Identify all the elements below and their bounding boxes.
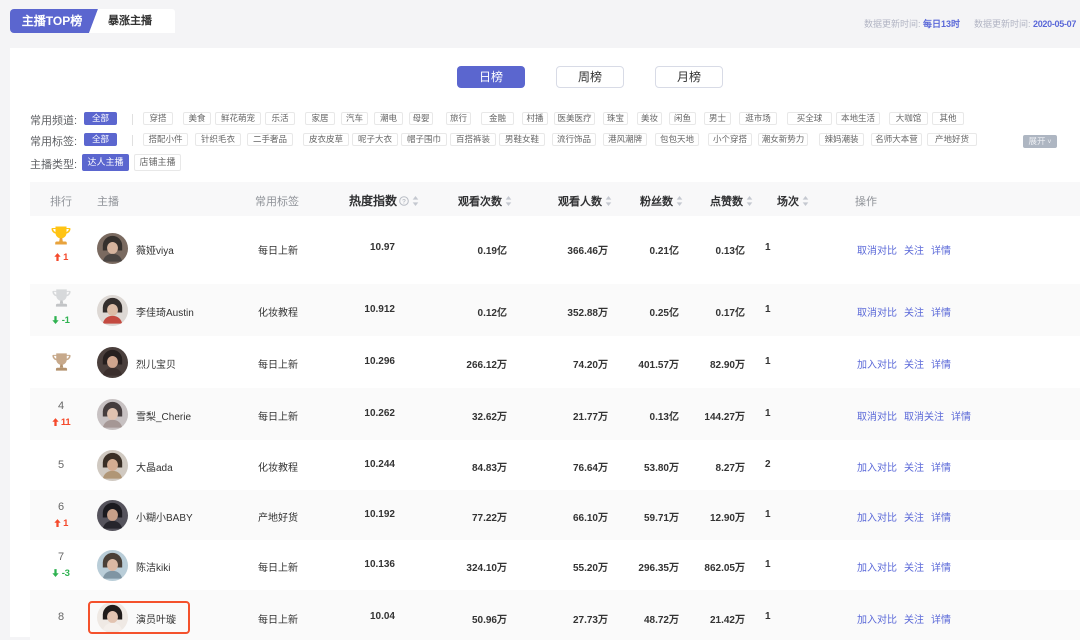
svg-text:?: ? <box>402 198 406 205</box>
